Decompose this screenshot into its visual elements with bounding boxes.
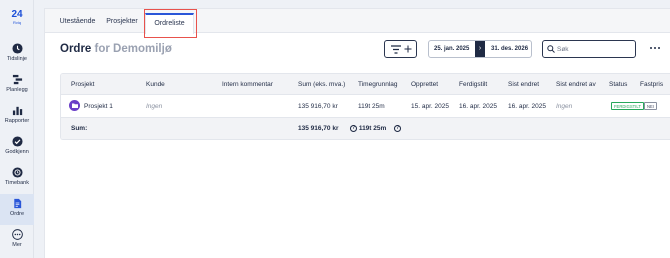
logo-number: 24 xyxy=(11,9,23,20)
sidebar-item-label: Planlegg xyxy=(6,87,28,93)
sidebar-item-label: Mer xyxy=(12,242,22,248)
sum-label: Sum: xyxy=(71,125,88,132)
table-header: Prosjekt Kunde Intern kommentar Sum (eks… xyxy=(61,74,670,95)
sidebar-item-planlegg[interactable]: Planlegg xyxy=(0,74,34,104)
column-header[interactable]: Intern kommentar xyxy=(222,81,273,88)
plan-icon xyxy=(12,74,22,85)
column-header[interactable]: Sum (eks. mva.) xyxy=(298,81,345,88)
date-range-picker[interactable]: 25. jan. 2025 › 31. des. 2026 xyxy=(428,40,532,58)
sidebar-item-label: Rapporter xyxy=(4,118,30,124)
environment-name: for Demomiljø xyxy=(94,43,172,55)
document-icon xyxy=(13,198,21,209)
tab-bar: Utestående Prosjekter Ordreliste xyxy=(45,9,670,34)
help-icon[interactable]: ? xyxy=(394,125,401,132)
search-box[interactable] xyxy=(542,40,636,58)
check-circle-icon xyxy=(11,136,23,147)
sidebar-item-label: Timebank xyxy=(5,180,29,186)
add-filter-button[interactable] xyxy=(384,40,417,58)
column-header[interactable]: Fastpris xyxy=(640,81,663,88)
clock-icon xyxy=(11,43,23,54)
date-to[interactable]: 31. des. 2026 xyxy=(491,46,528,52)
sidebar-item-tidslinje[interactable]: Tidslinje xyxy=(0,43,34,73)
sidebar-item-label: Ordre xyxy=(9,211,25,217)
column-header[interactable]: Prosjekt xyxy=(71,81,94,88)
cell-kunde: Ingen xyxy=(146,103,163,110)
cell-sist-endret: 16. apr. 2025 xyxy=(508,103,546,110)
orders-table: Prosjekt Kunde Intern kommentar Sum (eks… xyxy=(60,73,670,140)
sidebar-item-mer[interactable]: Mer xyxy=(0,229,34,258)
sum-row: Sum: 135 916,70 kr ? 119t 25m ? xyxy=(61,117,670,139)
tab-prosjekter[interactable]: Prosjekter xyxy=(103,13,141,33)
main-panel: Utestående Prosjekter Ordreliste Ordre f… xyxy=(44,8,670,258)
sidebar-item-label: Tidslinje xyxy=(7,56,27,62)
app-logo[interactable]: 24 Rviq xyxy=(8,10,26,28)
plus-icon xyxy=(404,45,412,53)
status-badge: FERDIGSTILT xyxy=(611,102,644,110)
cell-opprettet: 15. apr. 2025 xyxy=(411,103,449,110)
sidebar: 24 Rviq Tidslinje Planlegg Rapporter God… xyxy=(0,0,34,258)
folder-icon xyxy=(69,100,80,111)
filter-icon xyxy=(391,45,401,54)
fastpris-badge: NEI xyxy=(644,102,657,110)
bar-chart-icon xyxy=(12,106,22,116)
help-icon[interactable]: ? xyxy=(350,125,357,132)
column-header[interactable]: Sist endret xyxy=(508,81,539,88)
column-header[interactable]: Status xyxy=(609,81,627,88)
sidebar-item-timebank[interactable]: Timebank xyxy=(0,167,34,197)
timebank-icon xyxy=(11,167,23,178)
page-title-text: Ordre xyxy=(60,43,92,55)
search-icon xyxy=(547,45,555,53)
search-input[interactable] xyxy=(557,44,632,55)
column-header[interactable]: Ferdigstilt xyxy=(459,81,487,88)
table-row[interactable]: Prosjekt 1 Ingen 135 916,70 kr 119t 25m … xyxy=(61,95,670,117)
more-icon xyxy=(11,229,23,240)
column-header[interactable]: Opprettet xyxy=(411,81,438,88)
more-options-icon[interactable] xyxy=(649,44,661,52)
sum-total: 135 916,70 kr xyxy=(298,125,339,132)
cell-timegrunnlag: 119t 25m xyxy=(358,103,385,110)
sidebar-item-ordre[interactable]: Ordre xyxy=(0,194,34,225)
page-title: Ordre for Demomiljø xyxy=(60,43,172,55)
chevron-right-icon: › xyxy=(475,41,485,57)
sidebar-item-godkjenn[interactable]: Godkjenn xyxy=(0,136,34,166)
sidebar-item-rapporter[interactable]: Rapporter xyxy=(0,105,34,135)
logo-text: Rviq xyxy=(12,20,21,25)
tab-utestaende[interactable]: Utestående xyxy=(55,13,100,33)
tab-highlight-box xyxy=(144,9,197,38)
column-header[interactable]: Kunde xyxy=(146,81,165,88)
cell-sist-endret-av: Ingen xyxy=(556,103,573,110)
sum-help: ? xyxy=(394,125,401,132)
sidebar-item-label: Godkjenn xyxy=(5,149,29,155)
cell-sum: 135 916,70 kr xyxy=(298,103,338,110)
sum-timegrunnlag: ? 119t 25m xyxy=(350,125,386,132)
column-header[interactable]: Timegrunnlag xyxy=(358,81,398,88)
cell-prosjekt[interactable]: Prosjekt 1 xyxy=(84,103,113,110)
column-header[interactable]: Sist endret av xyxy=(556,81,596,88)
cell-ferdigstilt: 16. apr. 2025 xyxy=(459,103,497,110)
sum-timegrunnlag-text: 119t 25m xyxy=(358,125,387,133)
date-from[interactable]: 25. jan. 2025 xyxy=(434,46,469,52)
